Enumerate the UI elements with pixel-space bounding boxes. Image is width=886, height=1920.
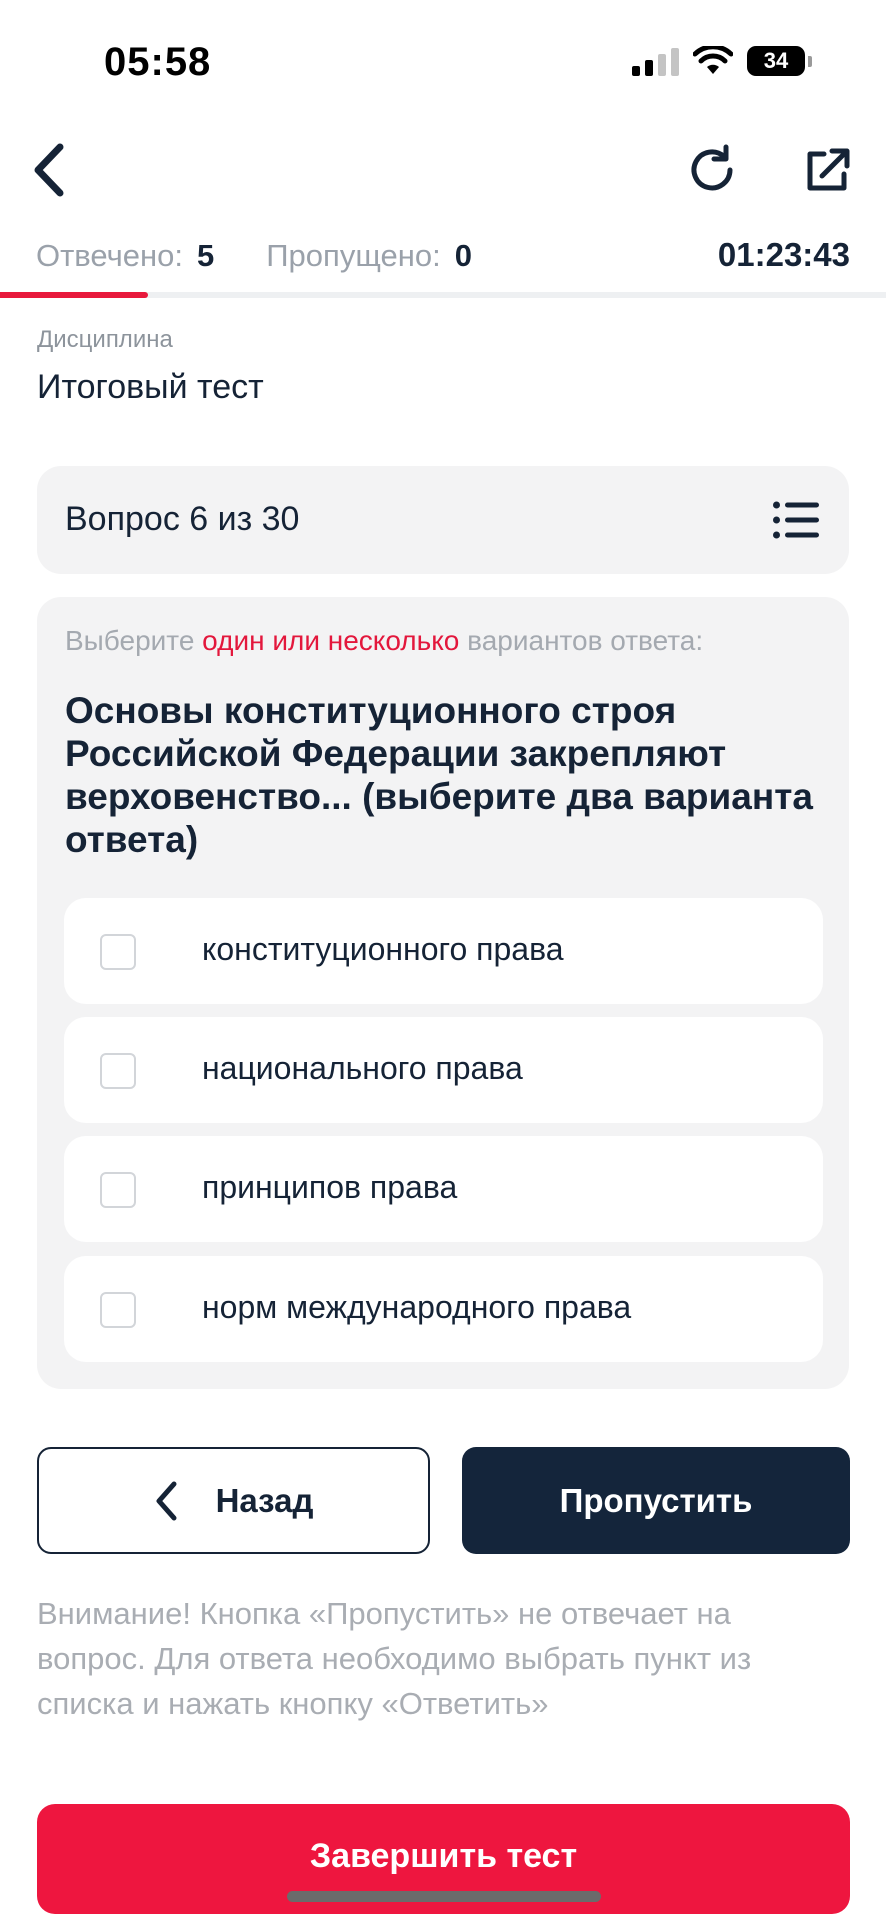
status-icons: 34 — [632, 46, 812, 76]
question-header: Вопрос 6 из 30 — [37, 466, 849, 574]
progress-bar-fill — [0, 292, 148, 298]
reload-button[interactable] — [684, 142, 740, 198]
home-indicator — [287, 1891, 601, 1902]
finish-test-label: Завершить тест — [309, 1836, 578, 1875]
external-link-icon — [807, 148, 850, 191]
question-card: Выберите один или несколько вариантов от… — [37, 597, 849, 1389]
answer-option[interactable]: национального права — [64, 1017, 823, 1123]
back-nav-button[interactable] — [18, 140, 78, 200]
option-checkbox[interactable] — [100, 934, 136, 970]
answer-option[interactable]: норм международного права — [64, 1256, 823, 1362]
signal-icon — [632, 46, 679, 76]
question-instruction: Выберите один или несколько вариантов от… — [65, 625, 703, 657]
skipped-label: Пропущено: — [266, 238, 441, 273]
chevron-left-icon — [156, 1481, 177, 1520]
answered-label: Отвечено: — [36, 238, 184, 273]
list-icon — [773, 501, 819, 539]
option-checkbox[interactable] — [100, 1053, 136, 1089]
option-label: национального права — [202, 1050, 523, 1086]
question-counter: Вопрос 6 из 30 — [65, 500, 300, 538]
instruction-suffix: вариантов ответа: — [467, 625, 704, 656]
battery-icon: 34 — [747, 46, 805, 76]
question-list-button[interactable] — [773, 500, 819, 540]
option-checkbox[interactable] — [100, 1172, 136, 1208]
skip-button-label: Пропустить — [559, 1481, 753, 1519]
skipped-count: 0 — [454, 238, 472, 273]
option-label: конституционного права — [202, 931, 564, 967]
instruction-accent: один или несколько — [202, 625, 460, 656]
answer-option[interactable]: принципов права — [64, 1136, 823, 1242]
refresh-icon — [691, 144, 733, 191]
discipline-value: Итоговый тест — [37, 368, 264, 406]
back-button-label: Назад — [215, 1481, 314, 1519]
option-checkbox[interactable] — [100, 1292, 136, 1328]
share-button[interactable] — [800, 142, 856, 198]
back-button[interactable]: Назад — [37, 1447, 430, 1554]
status-time: 05:58 — [104, 40, 212, 84]
wifi-icon — [693, 46, 733, 74]
answer-option[interactable]: конституционного права — [64, 898, 823, 1004]
status-bar: 05:58 34 — [0, 0, 886, 130]
chevron-left-icon — [34, 143, 64, 197]
timer: 01:23:43 — [717, 236, 850, 273]
instruction-prefix: Выберите — [65, 625, 195, 656]
progress-bar — [0, 292, 886, 298]
option-label: норм международного права — [202, 1289, 632, 1325]
skip-notice: Внимание! Кнопка «Пропустить» не отвечае… — [37, 1596, 752, 1721]
question-text: Основы конституционного строя Российской… — [65, 690, 813, 860]
option-label: принципов права — [202, 1169, 458, 1205]
discipline-label: Дисциплина — [37, 326, 173, 353]
skip-button[interactable]: Пропустить — [462, 1447, 850, 1554]
progress-summary: Отвечено: 5 Пропущено: 0 01:23:43 — [36, 236, 850, 276]
battery-level: 34 — [763, 48, 789, 73]
answered-count: 5 — [197, 238, 215, 273]
